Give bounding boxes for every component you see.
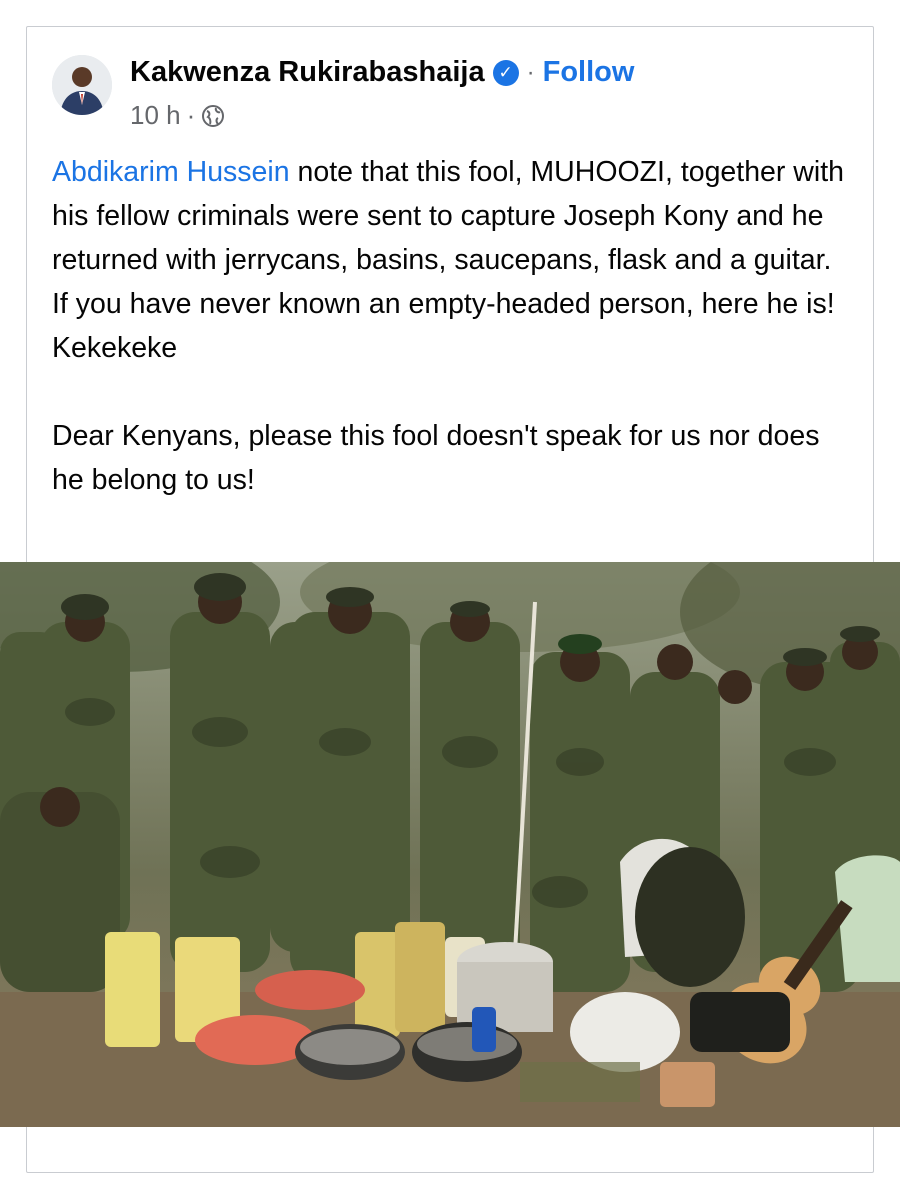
post-paragraph-1: Abdikarim Hussein note that this fool, M…	[52, 150, 852, 370]
author-name-row: Kakwenza Rukirabashaija ✓ · Follow	[130, 56, 634, 89]
author-avatar[interactable]	[52, 55, 112, 115]
globe-icon[interactable]	[201, 104, 225, 128]
follow-button[interactable]: Follow	[543, 56, 635, 89]
soldiers-photo	[0, 562, 900, 1127]
post-body: Abdikarim Hussein note that this fool, M…	[52, 150, 852, 502]
author-name[interactable]: Kakwenza Rukirabashaija	[130, 56, 485, 89]
meta-separator: ·	[186, 100, 196, 130]
post-photo[interactable]	[0, 562, 900, 1127]
post-header: Kakwenza Rukirabashaija ✓ · Follow 10 h …	[52, 52, 852, 130]
verified-badge-icon: ✓	[492, 59, 519, 86]
post-meta: 10 h ·	[130, 100, 225, 131]
separator-dot: ·	[526, 58, 535, 86]
mention-link[interactable]: Abdikarim Hussein	[52, 156, 290, 188]
post-paragraph-2: Dear Kenyans, please this fool doesn't s…	[52, 420, 820, 496]
avatar-image	[52, 55, 112, 115]
post-time[interactable]: 10 h	[130, 100, 181, 131]
